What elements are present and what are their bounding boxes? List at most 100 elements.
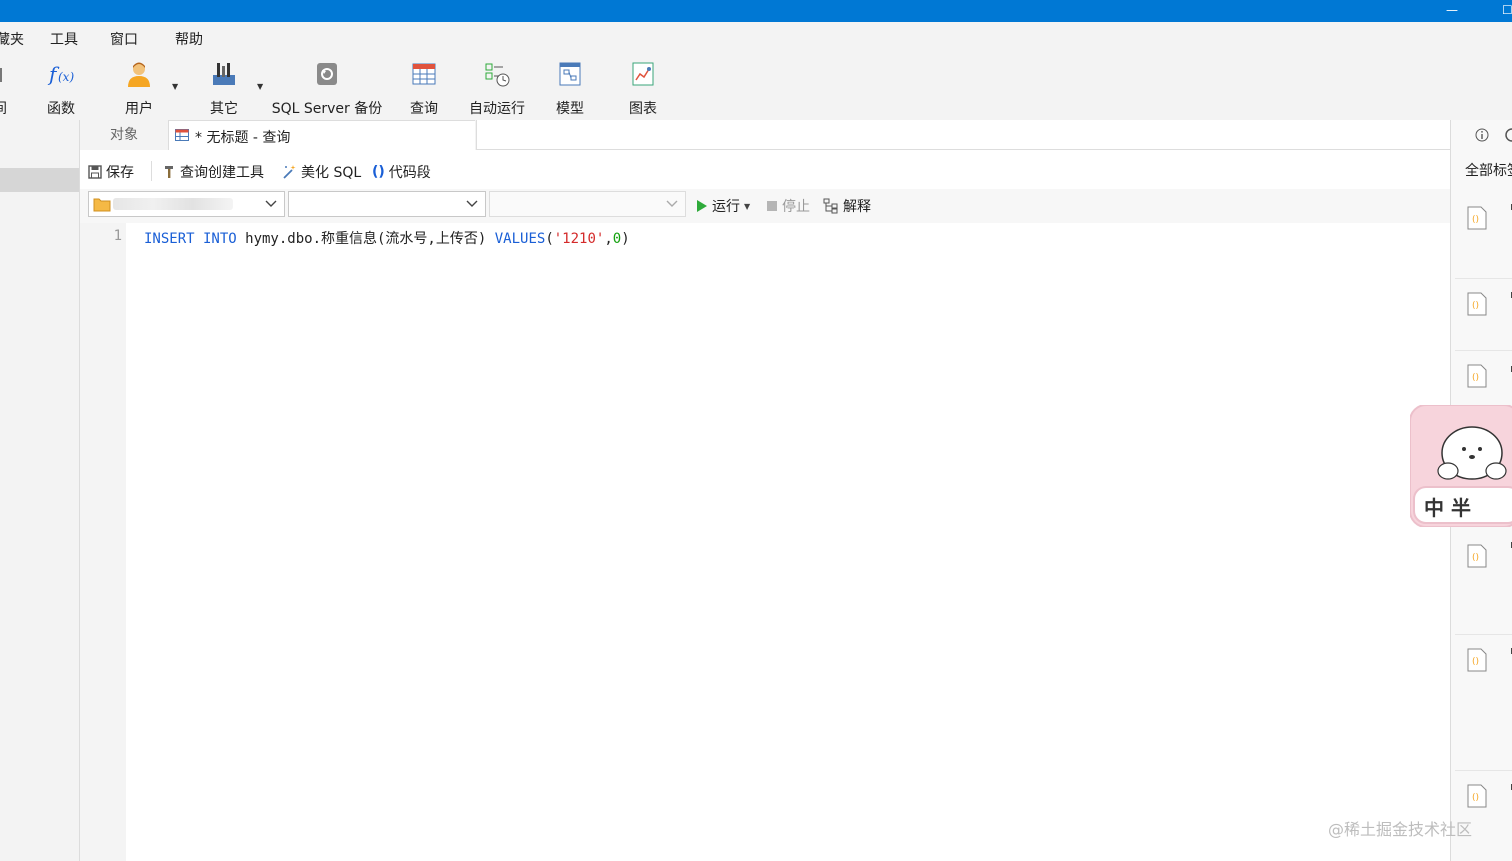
menu-tools[interactable]: 工具 [50,29,78,49]
menu-bar: 藏夹 工具 窗口 帮助 [0,22,1512,52]
line-number: 1 [113,228,122,244]
connection-folder-icon [93,198,111,212]
snippet-file-icon: () [1467,784,1487,808]
query-builder-button[interactable]: 查询创建工具 [162,162,264,182]
chevron-down-icon [666,200,678,207]
ribbon-partial-button[interactable]: 间 [0,56,14,117]
sql-editor[interactable]: 1 INSERT INTO hymy.dbo.称重信息(流水号,上传否) VAL… [80,223,1450,861]
chart-icon [632,62,654,86]
hammer-icon [165,166,173,178]
stop-icon [767,201,777,211]
play-icon [697,200,707,212]
code-snippet-icon: () [372,164,385,180]
tag-filter-select[interactable]: 全部标签 [1465,160,1512,180]
auto-run-icon [485,63,510,87]
svg-text:(): () [1472,215,1479,225]
minimize-icon[interactable]: — [1446,3,1458,17]
title-bar: — ☐ [0,0,1512,22]
svg-text:(): () [1472,553,1479,563]
stop-button[interactable]: 停止 [766,196,810,216]
ribbon-query-button[interactable]: 查询 [400,56,448,117]
tab-objects[interactable]: 对象 [80,120,169,150]
run-button[interactable]: 运行 ▼ [696,196,750,216]
svg-text:(): () [1472,373,1479,383]
ime-sticker[interactable]: 中 半 [1410,405,1512,527]
svg-text:(x): (x) [58,70,74,84]
snippet-item[interactable]: () [1455,350,1512,411]
connection-select[interactable] [88,191,285,217]
chevron-down-icon [265,200,277,207]
beautify-sql-button[interactable]: 美化 SQL [281,162,361,182]
other-dropdown-icon[interactable]: ▼ [257,82,263,91]
sql-string-literal: '1210' [553,231,605,247]
snippet-file-icon: () [1467,292,1487,316]
sql-table-target: hymy.dbo.称重信息(流水号,上传否) [236,231,495,247]
sql-number-literal: 0 [612,231,622,247]
run-dropdown-icon[interactable]: ▼ [744,202,750,211]
tab-query-title: * 无标题 - 查询 [195,130,291,146]
tab-query[interactable]: * 无标题 - 查询 [169,120,475,152]
snippet-file-icon: () [1467,206,1487,230]
navigator-selected-item[interactable] [0,168,79,192]
menu-window[interactable]: 窗口 [110,29,138,49]
explain-button[interactable]: 解释 [823,196,871,216]
tab-strip-empty [476,120,1450,150]
snippet-item[interactable]: () [1455,192,1512,279]
backup-icon [317,63,337,85]
ribbon-chart-button[interactable]: 图表 [618,56,668,117]
partial-icon [0,68,2,82]
database-select[interactable] [288,191,486,217]
sql-paren-close: ) [621,231,630,247]
ribbon-model-button[interactable]: 模型 [546,56,594,117]
sql-comma: , [604,231,613,247]
model-icon [559,62,581,86]
run-bar: 运行 ▼ 停止 解释 [80,189,1450,223]
menu-favorites[interactable]: 藏夹 [0,29,24,49]
toolbar-separator [151,161,152,181]
ribbon-toolbar: 间 f (x) 函数 用户 ▼ 其它 ▼ SQL Serve [0,52,1512,121]
menu-help[interactable]: 帮助 [175,29,203,49]
snippet-item[interactable]: () [1455,278,1512,351]
connection-name-blurred [113,198,233,210]
function-fx-icon: f (x) [47,62,74,86]
user-icon [128,62,150,87]
code-snippet-button[interactable]: () 代码段 [372,162,431,182]
query-toolbar: 保存 查询创建工具 美化 SQL () 代码段 [80,151,1450,189]
sql-code-line[interactable]: INSERT INTO hymy.dbo.称重信息(流水号,上传否) VALUE… [144,228,630,248]
snippet-item[interactable]: () [1455,530,1512,635]
query-tab-icon [175,129,189,141]
eye-icon[interactable] [1505,128,1512,142]
snippet-file-icon: () [1467,544,1487,568]
maximize-icon[interactable]: ☐ [1502,3,1512,17]
line-number-gutter: 1 [80,223,126,861]
snippet-panel-header [1451,120,1512,150]
svg-text:(): () [1472,301,1479,311]
ribbon-other-button[interactable]: 其它 ▼ [199,56,263,117]
svg-text:(): () [1472,657,1479,667]
user-dropdown-icon[interactable]: ▼ [172,82,178,91]
sql-paren-open: ( [545,231,554,247]
ribbon-autorun-button[interactable]: 自动运行 [462,56,532,117]
ribbon-function-button[interactable]: f (x) 函数 [36,56,86,117]
ribbon-backup-button[interactable]: SQL Server 备份 [268,56,386,117]
schema-select[interactable] [489,191,686,217]
sql-keyword-insert: INSERT INTO [144,231,237,247]
save-icon [88,165,102,179]
sql-keyword-values: VALUES [494,231,546,247]
tools-icon [213,63,235,85]
snippet-item[interactable]: () [1455,634,1512,771]
explain-tree-icon [823,198,838,214]
ime-sticker-text: 中 半 [1424,496,1471,520]
save-button[interactable]: 保存 [88,162,134,182]
info-icon[interactable] [1475,128,1489,142]
svg-text:(): () [1472,793,1479,803]
navigator-panel [0,120,80,861]
chevron-down-icon [466,200,478,207]
magic-wand-icon [283,165,296,179]
ribbon-user-button[interactable]: 用户 ▼ [114,56,178,117]
query-table-icon [412,63,436,85]
snippet-file-icon: () [1467,364,1487,388]
snippet-file-icon: () [1467,648,1487,672]
tab-strip: 对象 * 无标题 - 查询 [80,120,1450,152]
watermark: @稀土掘金技术社区 [1328,820,1473,839]
